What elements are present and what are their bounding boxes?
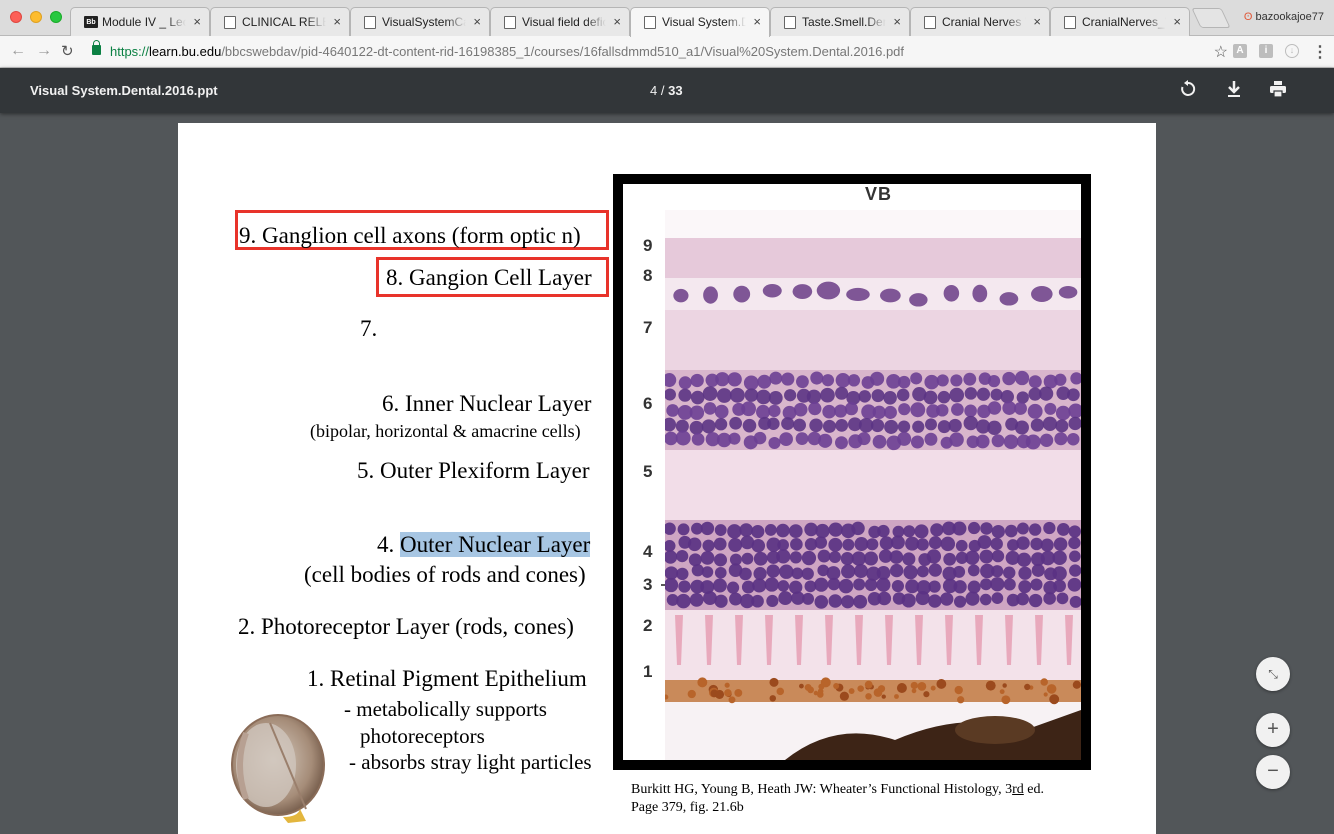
address-bar[interactable]: https://learn.bu.edu/bbcswebdav/pid-4640… [86,40,1230,64]
tab-close-icon[interactable]: × [1173,14,1181,29]
document-icon [644,16,656,29]
label-rpe-sub3: - absorbs stray light particles [349,750,592,774]
tab-4[interactable]: Visual field deficits × [490,7,630,36]
tab-title: VisualSystemCase [382,15,466,29]
eyeball-illustration [231,714,325,823]
fit-to-page-icon[interactable]: ⤡ [1256,657,1290,691]
maximize-window-button[interactable] [50,11,62,23]
micro-layer-4: 4 [643,542,653,561]
micro-layer-8: 8 [643,266,653,285]
tab-1[interactable]: Bb Module IV _ Lecture × [70,7,210,36]
selected-text[interactable]: Outer Nuclear Layer [400,532,591,557]
profile-button[interactable]: ʘ bazookajoe77 [1244,11,1324,23]
label-inner-nuclear-layer: 6. Inner Nuclear Layer [382,391,592,416]
document-icon [784,16,796,29]
tab-close-icon[interactable]: × [893,14,901,29]
tab-title: Cranial Nerves V [942,15,1026,29]
label-outer-nuclear-sub: (cell bodies of rods and cones) [304,562,586,587]
micro-layer-2: 2 [643,616,653,635]
zoom-in-button[interactable]: + [1256,713,1290,747]
download-icon[interactable] [1224,80,1244,100]
citation-line-1: Burkitt HG, Young B, Heath JW: Wheater’s… [631,782,1044,797]
tab-title: Visual System.Dental [662,15,746,29]
retina-tissue-image [665,210,1081,760]
page-separator: / [660,83,665,98]
extension-a-icon[interactable]: A [1233,44,1247,58]
label-ganglion-axons: 9. Ganglion cell axons (form optic n) [239,223,581,248]
tab-5[interactable]: Visual System.Dental × [630,7,770,37]
label-ganglion-cell-layer: 8. Gangion Cell Layer [386,265,592,290]
tab-title: CLINICAL RELEVANCE [242,15,326,29]
pdf-toolbar: Visual System.Dental.2016.ppt 4 / 33 [0,68,1334,113]
micro-layer-1: 1 [643,662,653,681]
tab-title: CranialNerves_VII [1082,15,1166,29]
label-outer-plexiform-layer: 5. Outer Plexiform Layer [357,458,590,483]
rotate-icon[interactable] [1178,80,1198,100]
document-icon [924,16,936,29]
profile-icon: ʘ [1243,11,1253,23]
tab-close-icon[interactable]: × [193,14,201,29]
tab-2[interactable]: CLINICAL RELEVANCE × [210,7,350,36]
label-7: 7. [360,316,378,341]
tab-close-icon[interactable]: × [1033,14,1041,29]
browser-tab-strip: BbModule IV _ Lecture×CLINICAL RELEVANCE… [0,0,1334,37]
reload-icon[interactable]: ↻ [61,42,74,60]
browser-toolbar: ← → ↻ https://learn.bu.edu/bbcswebdav/pi… [0,36,1334,68]
browser-menu-icon[interactable]: ⋮ [1312,42,1328,62]
document-icon [364,16,376,29]
bookmark-star-icon[interactable]: ☆ [1214,42,1228,62]
label-rpe-sub1: - metabolically supports [344,697,547,721]
retina-micrograph: VB 9 8 7 6 5 4 3 2 1 [623,184,1081,760]
minimize-window-button[interactable] [30,11,42,23]
micrograph-corner-label: VB [865,184,893,204]
label-inner-nuclear-sub: (bipolar, horizontal & amacrine cells) [310,421,581,441]
citation-line-2: Page 379, fig. 21.6b [631,800,744,815]
tab-title: Module IV _ Lecture [102,15,186,29]
label-rpe-sub2: photoreceptors [360,724,485,748]
tab-close-icon[interactable]: × [753,14,761,29]
tab-6[interactable]: Taste.Smell.Dental × [770,7,910,36]
forward-arrow-icon[interactable]: → [36,42,52,60]
tab-close-icon[interactable]: × [613,14,621,29]
tab-close-icon[interactable]: × [473,14,481,29]
label-outer-nuclear-layer: 4. Outer Nuclear Layer [377,532,591,557]
url-text[interactable]: https://learn.bu.edu/bbcswebdav/pid-4640… [110,44,904,59]
document-icon [224,16,236,29]
tab-title: Taste.Smell.Dental [802,15,886,29]
tab-close-icon[interactable]: × [333,14,341,29]
lock-icon [92,40,101,55]
micro-layer-5: 5 [643,462,653,481]
label-photoreceptor-layer: 2. Photoreceptor Layer (rods, cones) [238,614,574,639]
tab-title: Visual field deficits [522,15,606,29]
pdf-page: 9. Ganglion cell axons (form optic n) 8.… [178,123,1156,834]
zoom-out-button[interactable]: − [1256,755,1290,789]
page-indicator: 4 / 33 [650,83,683,98]
back-arrow-icon[interactable]: ← [10,42,26,60]
print-icon[interactable] [1268,80,1288,100]
total-pages: 33 [668,83,683,98]
micro-layer-7: 7 [643,318,653,337]
retina-micrograph-frame: VB 9 8 7 6 5 4 3 2 1 [613,174,1091,770]
new-tab-button[interactable] [1191,8,1231,28]
document-icon [504,16,516,29]
extension-info-icon[interactable]: i [1259,44,1273,58]
extension-download-icon[interactable]: ↓ [1285,44,1299,58]
label-retinal-pigment-epithelium: 1. Retinal Pigment Epithelium [307,666,587,691]
tab-3[interactable]: VisualSystemCase × [350,7,490,36]
micro-layer-3: 3 [643,575,653,594]
tab-8[interactable]: CranialNerves_VII × [1050,7,1190,36]
micro-layer-6: 6 [643,394,653,413]
figure-citation: Burkitt HG, Young B, Heath JW: Wheater’s… [631,781,1044,817]
close-window-button[interactable] [10,11,22,23]
profile-name: bazookajoe77 [1255,11,1324,23]
current-page[interactable]: 4 [650,83,657,98]
document-icon [1064,16,1076,29]
tab-7[interactable]: Cranial Nerves V × [910,7,1050,36]
micro-layer-9: 9 [643,236,653,255]
blackboard-icon: Bb [84,16,98,28]
pdf-title: Visual System.Dental.2016.ppt [30,83,218,98]
